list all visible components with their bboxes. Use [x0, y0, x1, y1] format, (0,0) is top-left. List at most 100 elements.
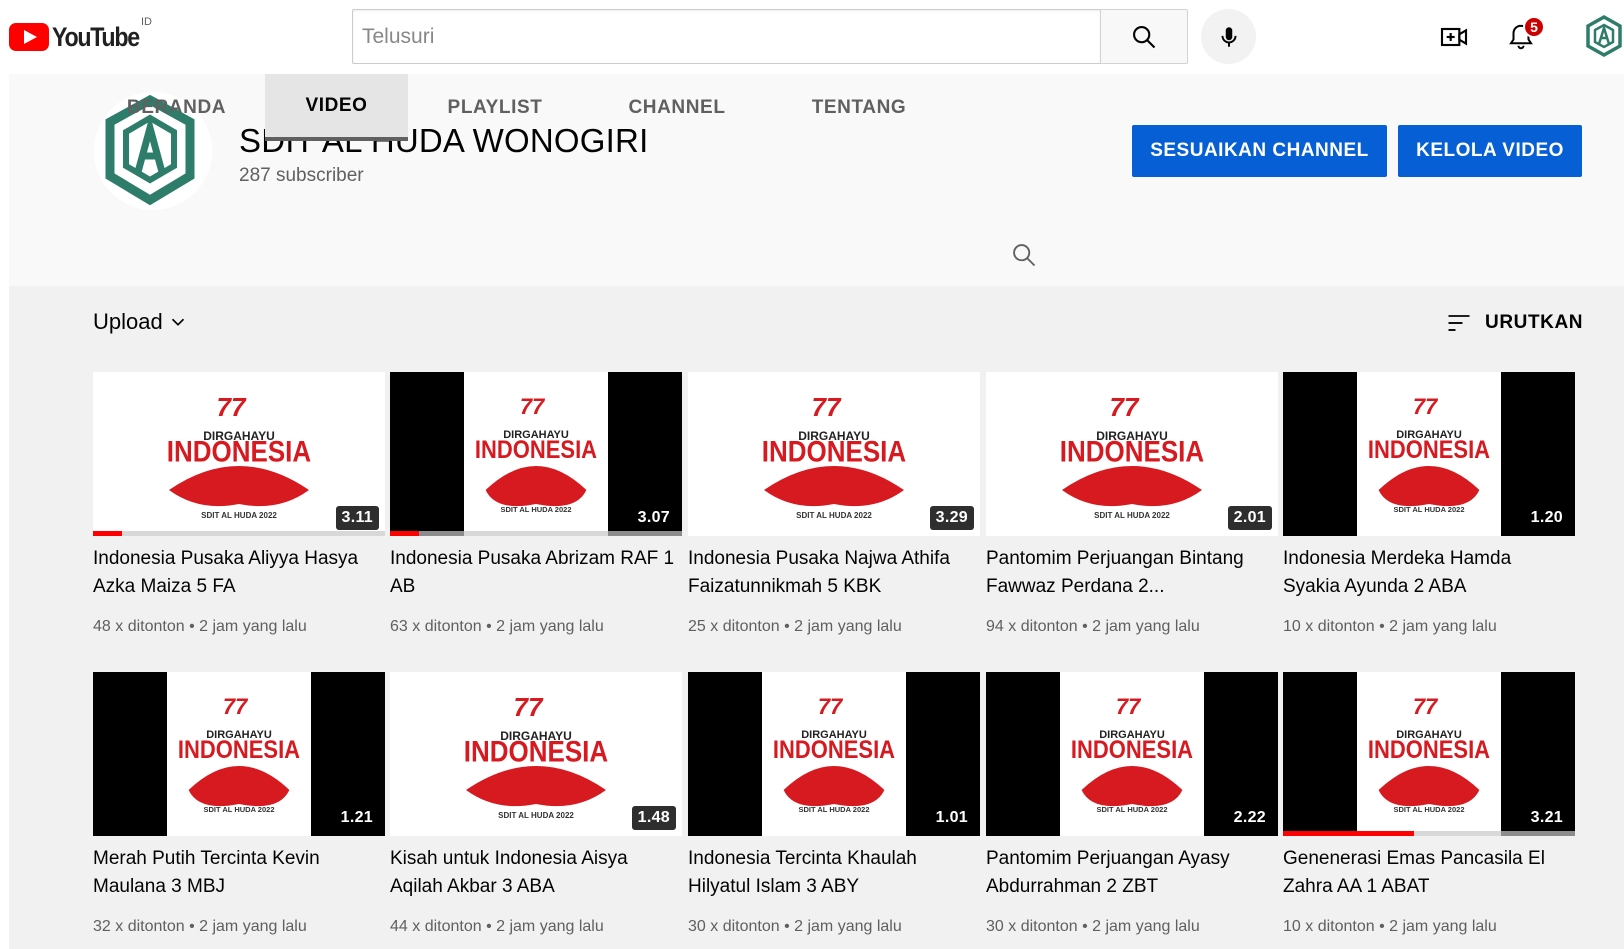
video-meta: 32 x ditonton • 2 jam yang lalu	[93, 918, 307, 936]
upload-age: 2 jam yang lalu	[199, 618, 307, 635]
video-thumbnail[interactable]: 77 DIRGAHAYU INDONESIA SDIT AL HUDA 2022…	[986, 372, 1278, 536]
thumbnail-footer: SDIT AL HUDA 2022	[201, 511, 277, 520]
video-meta: 48 x ditonton • 2 jam yang lalu	[93, 618, 307, 636]
video-thumbnail[interactable]: 77 DIRGAHAYU INDONESIA SDIT AL HUDA 2022…	[688, 372, 980, 536]
video-duration: 3.07	[631, 506, 676, 530]
youtube-play-icon	[9, 23, 49, 51]
notifications-button[interactable]: 5	[1501, 16, 1545, 57]
thumbnail-footer: SDIT AL HUDA 2022	[796, 511, 872, 520]
tab-home[interactable]: BERANDA	[94, 74, 259, 141]
upload-age: 2 jam yang lalu	[1389, 618, 1497, 635]
video-title[interactable]: Kisah untuk Indonesia Aisya Aqilah Akbar…	[390, 845, 680, 901]
video-duration: 1.48	[631, 806, 676, 830]
meta-separator: •	[189, 918, 200, 935]
notification-badge: 5	[1523, 16, 1545, 38]
video-title[interactable]: Indonesia Pusaka Abrizam RAF 1 AB	[390, 545, 680, 601]
view-count: 94 x ditonton	[986, 618, 1078, 635]
thumbnail-line2: INDONESIA	[1368, 737, 1490, 765]
tab-playlists[interactable]: PLAYLIST	[422, 74, 568, 141]
watch-progress-bar	[390, 531, 682, 536]
sort-button[interactable]: URUTKAN	[1445, 309, 1583, 337]
video-thumbnail[interactable]: 77 DIRGAHAYU INDONESIA SDIT AL HUDA 2022…	[390, 372, 682, 536]
account-avatar[interactable]	[1582, 14, 1624, 58]
video-title[interactable]: Indonesia Tercinta Khaulah Hilyatul Isla…	[688, 845, 978, 901]
video-duration: 1.20	[1524, 506, 1569, 530]
video-meta: 44 x ditonton • 2 jam yang lalu	[390, 918, 604, 936]
video-title[interactable]: Genenerasi Emas Pancasila El Zahra AA 1 …	[1283, 845, 1573, 901]
thumbnail-footer: SDIT AL HUDA 2022	[1097, 805, 1168, 814]
meta-separator: •	[784, 618, 795, 635]
thumbnail-flame-shape	[764, 466, 904, 507]
video-title[interactable]: Indonesia Pusaka Aliyya Hasya Azka Maiza…	[93, 545, 383, 601]
search-icon	[1133, 25, 1156, 48]
video-meta: 30 x ditonton • 2 jam yang lalu	[986, 918, 1200, 936]
video-thumbnail[interactable]: 77 DIRGAHAYU INDONESIA SDIT AL HUDA 2022…	[93, 672, 385, 836]
thumbnail-footer: SDIT AL HUDA 2022	[498, 811, 574, 820]
video-thumbnail[interactable]: 77 DIRGAHAYU INDONESIA SDIT AL HUDA 2022…	[390, 672, 682, 836]
video-duration: 2.01	[1227, 506, 1272, 530]
video-title[interactable]: Indonesia Merdeka Hamda Syakia Ayunda 2 …	[1283, 545, 1573, 601]
view-count: 48 x ditonton	[93, 618, 185, 635]
thumbnail-anniversary: 77	[1413, 394, 1439, 419]
search-button[interactable]	[1100, 9, 1188, 64]
video-title[interactable]: Indonesia Pusaka Najwa Athifa Faizatunni…	[688, 545, 978, 601]
video-thumbnail[interactable]: 77 DIRGAHAYU INDONESIA SDIT AL HUDA 2022…	[1283, 372, 1575, 536]
watch-progress-fill	[93, 531, 123, 536]
view-count: 30 x ditonton	[986, 918, 1078, 935]
meta-separator: •	[1379, 918, 1390, 935]
thumbnail-footer: SDIT AL HUDA 2022	[1094, 511, 1170, 520]
customize-channel-button[interactable]: SESUAIKAN CHANNEL	[1132, 125, 1387, 177]
thumbnail-flame-shape	[1378, 466, 1480, 507]
video-meta: 30 x ditonton • 2 jam yang lalu	[688, 918, 902, 936]
upload-age: 2 jam yang lalu	[794, 618, 902, 635]
upload-filter-dropdown[interactable]: Upload	[93, 309, 189, 335]
upload-age: 2 jam yang lalu	[1389, 918, 1497, 935]
search-input[interactable]	[362, 24, 1100, 49]
tab-channels[interactable]: CHANNEL	[597, 74, 757, 141]
voice-search-button[interactable]	[1201, 9, 1256, 64]
video-title[interactable]: Pantomim Perjuangan Bintang Fawwaz Perda…	[986, 545, 1276, 601]
video-thumbnail[interactable]: 77 DIRGAHAYU INDONESIA SDIT AL HUDA 2022…	[1283, 672, 1575, 836]
view-count: 10 x ditonton	[1283, 618, 1375, 635]
sort-label: URUTKAN	[1485, 312, 1584, 333]
thumbnail-footer: SDIT AL HUDA 2022	[1394, 805, 1465, 814]
video-duration: 2.22	[1227, 806, 1272, 830]
video-title[interactable]: Pantomim Perjuangan Ayasy Abdurrahman 2 …	[986, 845, 1276, 901]
watch-progress-fill	[390, 531, 420, 536]
top-bar: YouTube ID 5	[0, 0, 1624, 74]
thumbnail-anniversary: 77	[223, 694, 249, 719]
meta-separator: •	[1379, 618, 1390, 635]
create-button[interactable]	[1434, 17, 1474, 57]
view-count: 44 x ditonton	[390, 918, 482, 935]
create-video-icon	[1440, 27, 1468, 47]
thumbnail-anniversary: 77	[1110, 392, 1140, 422]
thumbnail-footer: SDIT AL HUDA 2022	[204, 805, 275, 814]
school-logo-icon	[1582, 14, 1624, 58]
video-content: Upload URUTKAN 77 DIRGAHAYU INDONESIA SD…	[9, 286, 1624, 949]
search-bar	[352, 9, 1188, 64]
manage-videos-button[interactable]: KELOLA VIDEO	[1398, 125, 1582, 177]
mic-icon	[1221, 26, 1236, 47]
video-duration: 1.01	[929, 806, 974, 830]
channel-search-button[interactable]	[1007, 238, 1041, 272]
video-meta: 63 x ditonton • 2 jam yang lalu	[390, 618, 604, 636]
thumbnail-anniversary: 77	[1413, 694, 1439, 719]
thumbnail-line2: INDONESIA	[762, 435, 906, 468]
thumbnail-line2: INDONESIA	[167, 435, 311, 468]
thumbnail-line2: INDONESIA	[773, 737, 895, 765]
video-meta: 10 x ditonton • 2 jam yang lalu	[1283, 918, 1497, 936]
video-title[interactable]: Merah Putih Tercinta Kevin Maulana 3 MBJ	[93, 845, 383, 901]
tab-about[interactable]: TENTANG	[784, 74, 934, 141]
youtube-logo[interactable]: YouTube	[9, 22, 153, 52]
video-thumbnail[interactable]: 77 DIRGAHAYU INDONESIA SDIT AL HUDA 2022…	[93, 372, 385, 536]
video-thumbnail[interactable]: 77 DIRGAHAYU INDONESIA SDIT AL HUDA 2022…	[688, 672, 980, 836]
thumbnail-line2: INDONESIA	[464, 735, 608, 768]
watch-progress-bar	[1283, 831, 1575, 836]
thumbnail-line2: INDONESIA	[1071, 737, 1193, 765]
video-thumbnail[interactable]: 77 DIRGAHAYU INDONESIA SDIT AL HUDA 2022…	[986, 672, 1278, 836]
watch-progress-fill	[1283, 831, 1415, 836]
tab-videos[interactable]: VIDEO	[265, 74, 408, 141]
thumbnail-footer: SDIT AL HUDA 2022	[799, 805, 870, 814]
upload-age: 2 jam yang lalu	[199, 918, 307, 935]
thumbnail-line2: INDONESIA	[178, 737, 300, 765]
